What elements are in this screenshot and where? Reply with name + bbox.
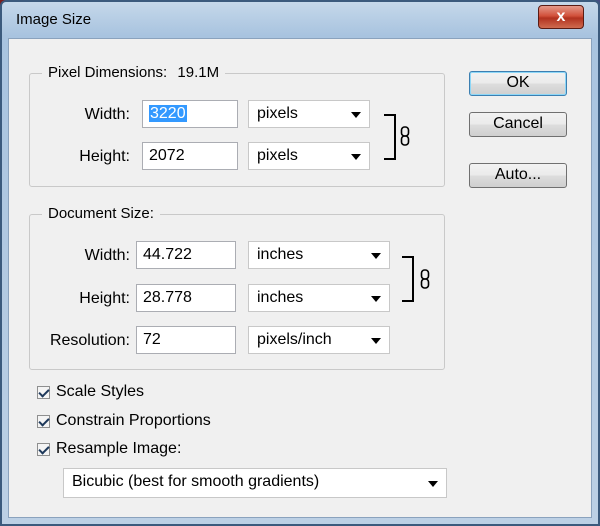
resolution-input[interactable]: 72 bbox=[136, 326, 236, 354]
doc-width-label: Width: bbox=[84, 247, 130, 264]
dialog-title: Image Size bbox=[16, 11, 92, 28]
pixel-height-label: Height: bbox=[79, 148, 130, 165]
pixel-dimensions-group: Pixel Dimensions: 19.1M Width: 3220 pixe… bbox=[29, 64, 445, 187]
doc-width-input[interactable]: 44.722 bbox=[136, 241, 236, 269]
doc-height-value: 28.778 bbox=[143, 289, 192, 306]
doc-width-value: 44.722 bbox=[143, 246, 192, 263]
auto-button[interactable]: Auto... bbox=[469, 163, 567, 188]
chevron-down-icon bbox=[351, 154, 361, 160]
image-size-dialog: Image Size x Pixel Dimensions: 19.1M Wid… bbox=[0, 0, 600, 526]
doc-height-unit-select[interactable]: inches bbox=[248, 284, 390, 312]
pixel-height-input[interactable]: 2072 bbox=[142, 142, 238, 170]
link-chain-icon bbox=[400, 126, 410, 146]
chevron-down-icon bbox=[351, 112, 361, 118]
document-size-group: Document Size: Width: 44.722 inches Heig… bbox=[29, 205, 445, 370]
chevron-down-icon bbox=[371, 338, 381, 344]
resample-image-checkbox[interactable] bbox=[37, 442, 50, 456]
resample-image-option[interactable]: Resample Image: bbox=[37, 440, 181, 458]
constrain-proportions-option[interactable]: Constrain Proportions bbox=[37, 412, 211, 430]
scale-styles-label: Scale Styles bbox=[56, 383, 145, 400]
resolution-value: 72 bbox=[143, 331, 161, 348]
pixel-width-input[interactable]: 3220 bbox=[142, 100, 238, 128]
constrain-proportions-checkbox[interactable] bbox=[37, 414, 50, 428]
pixel-height-unit-select[interactable]: pixels bbox=[248, 142, 370, 170]
chevron-down-icon bbox=[371, 296, 381, 302]
pixel-height-unit: pixels bbox=[257, 147, 298, 164]
pixel-width-unit: pixels bbox=[257, 105, 298, 122]
resolution-unit-select[interactable]: pixels/inch bbox=[248, 326, 390, 354]
doc-height-label: Height: bbox=[79, 290, 130, 307]
pixel-width-value: 3220 bbox=[149, 105, 187, 122]
pixel-dimensions-label: Pixel Dimensions: bbox=[48, 64, 168, 81]
doc-height-unit: inches bbox=[257, 289, 304, 306]
pixel-width-unit-select[interactable]: pixels bbox=[248, 100, 370, 128]
resample-method-select[interactable]: Bicubic (best for smooth gradients) bbox=[63, 468, 447, 498]
pixel-width-label: Width: bbox=[84, 106, 130, 123]
constrain-bracket bbox=[384, 114, 396, 160]
doc-width-unit-select[interactable]: inches bbox=[248, 241, 390, 269]
chevron-down-icon bbox=[428, 481, 438, 487]
pixel-dimensions-size: 19.1M bbox=[177, 64, 220, 81]
title-bar[interactable]: Image Size x bbox=[2, 2, 598, 36]
resolution-unit: pixels/inch bbox=[257, 331, 332, 348]
resample-image-label: Resample Image: bbox=[56, 440, 182, 457]
scale-styles-checkbox[interactable] bbox=[37, 385, 50, 399]
doc-constrain-bracket bbox=[402, 256, 414, 302]
pixel-height-value: 2072 bbox=[149, 147, 185, 164]
doc-height-input[interactable]: 28.778 bbox=[136, 284, 236, 312]
ok-button[interactable]: OK bbox=[469, 71, 567, 96]
scale-styles-option[interactable]: Scale Styles bbox=[37, 383, 144, 401]
doc-width-unit: inches bbox=[257, 246, 304, 263]
close-icon: x bbox=[556, 8, 566, 25]
resample-method-value: Bicubic (best for smooth gradients) bbox=[72, 473, 320, 490]
close-button[interactable]: x bbox=[538, 5, 584, 29]
link-chain-icon bbox=[420, 269, 430, 289]
chevron-down-icon bbox=[371, 253, 381, 259]
pixel-dimensions-legend: Pixel Dimensions: 19.1M bbox=[42, 64, 226, 81]
resolution-label: Resolution: bbox=[49, 332, 130, 349]
dialog-body: Pixel Dimensions: 19.1M Width: 3220 pixe… bbox=[8, 38, 592, 518]
cancel-button[interactable]: Cancel bbox=[469, 112, 567, 137]
constrain-proportions-label: Constrain Proportions bbox=[56, 412, 211, 429]
document-size-legend: Document Size: bbox=[42, 205, 160, 222]
